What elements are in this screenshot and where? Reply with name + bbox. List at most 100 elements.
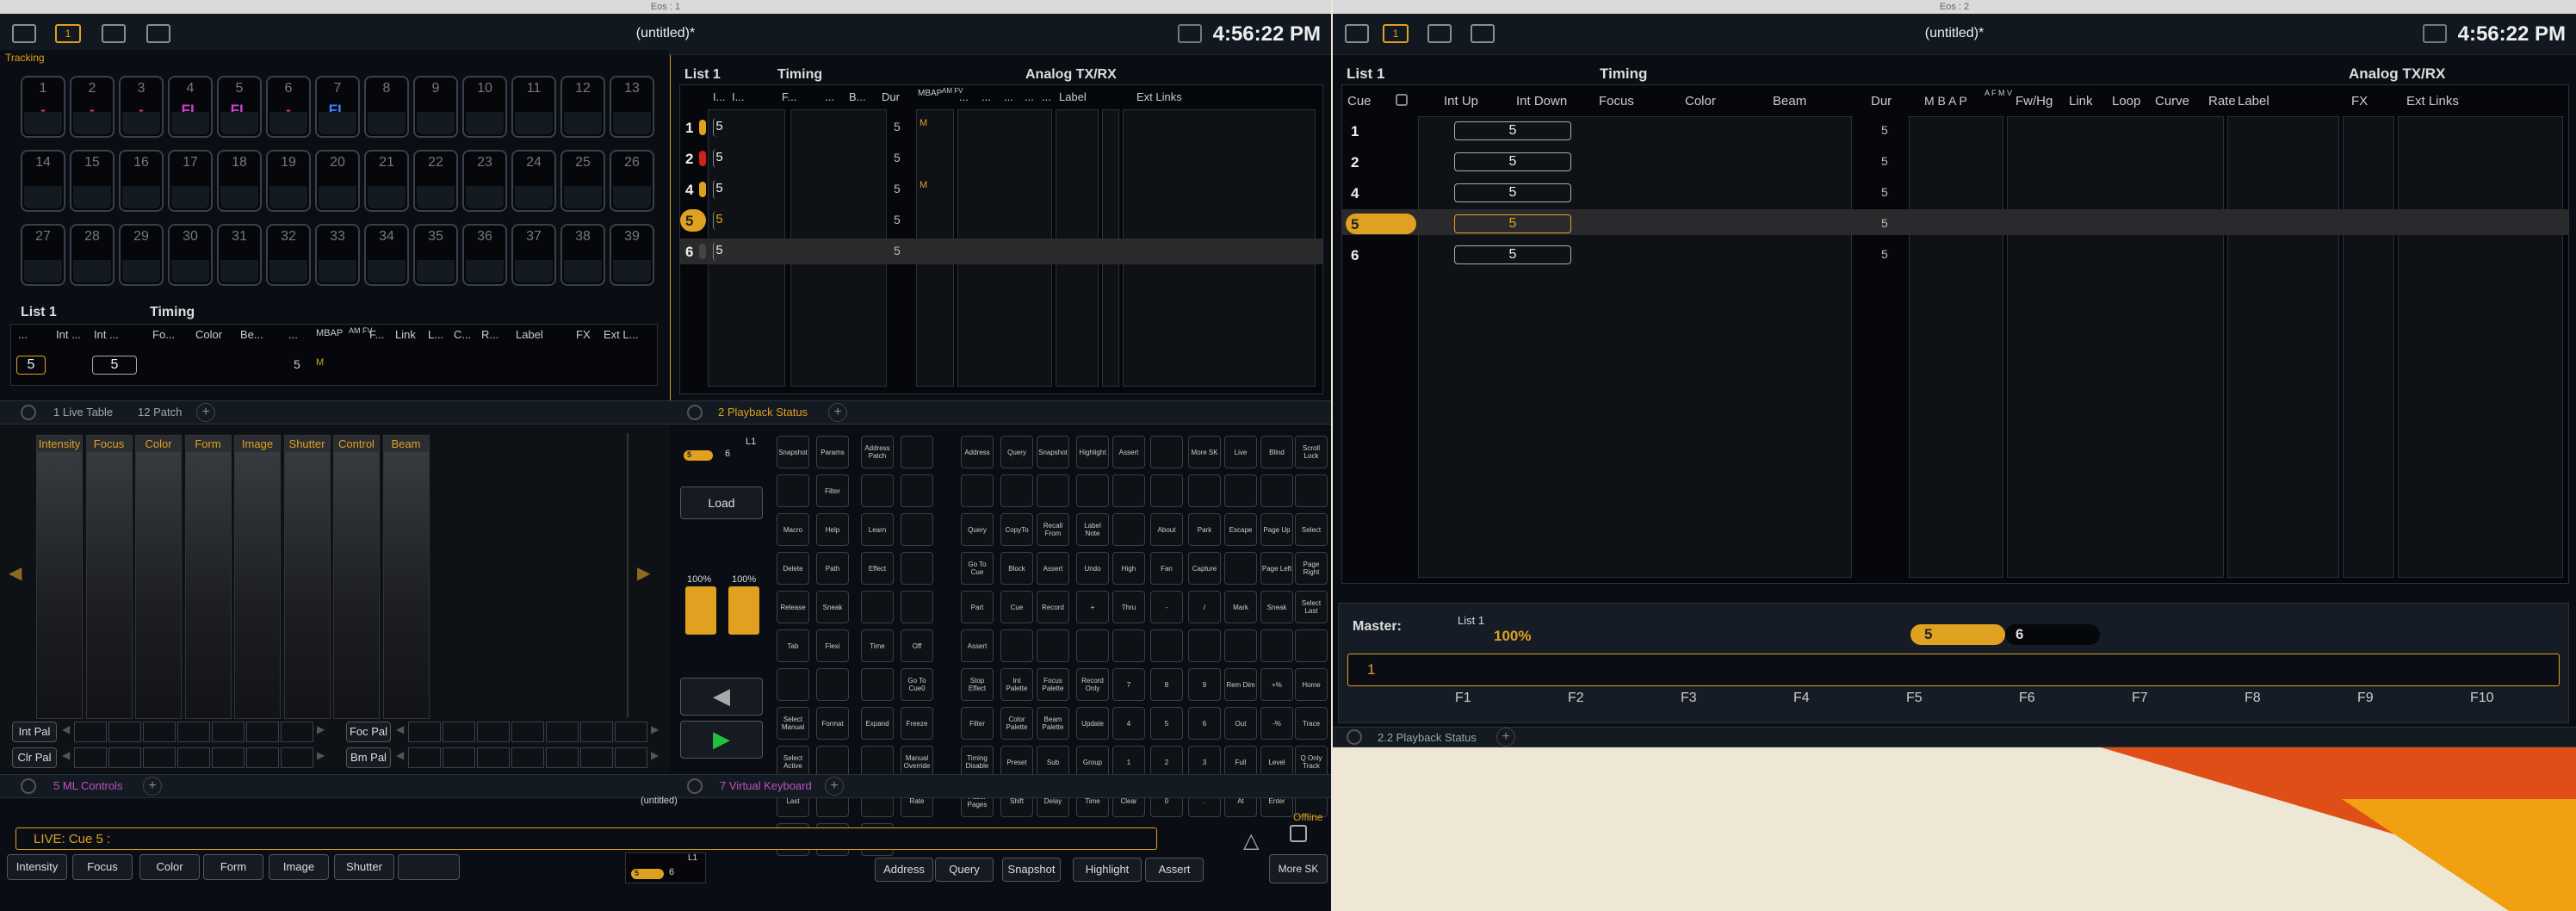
keypad-key[interactable]: Block xyxy=(1000,552,1033,585)
softkey-address[interactable]: Address xyxy=(875,858,933,882)
cue-button[interactable]: 21 xyxy=(364,150,409,212)
keypad-key[interactable]: 5 xyxy=(1150,707,1183,740)
scroll-right-icon[interactable]: ▶ xyxy=(651,749,659,761)
keypad-key[interactable] xyxy=(961,474,994,507)
palette-slot[interactable] xyxy=(281,747,313,768)
function-key-f9[interactable]: F9 xyxy=(2357,691,2374,706)
keypad-key[interactable]: Highlight xyxy=(1076,436,1109,468)
palette-slot[interactable] xyxy=(546,747,579,768)
palette-slot[interactable] xyxy=(477,722,510,742)
keypad-key[interactable]: Record Only xyxy=(1076,668,1109,701)
scroll-left-icon[interactable]: ◀ xyxy=(396,749,404,761)
function-key-f1[interactable]: F1 xyxy=(1455,691,1471,706)
keypad-key[interactable] xyxy=(901,436,933,468)
function-key-f3[interactable]: F3 xyxy=(1681,691,1697,706)
bm-pal-button[interactable]: Bm Pal xyxy=(346,747,391,768)
cue-button[interactable]: 6- xyxy=(266,76,311,138)
function-key-f4[interactable]: F4 xyxy=(1793,691,1810,706)
keypad-key[interactable]: Address xyxy=(961,436,994,468)
softkey-focus[interactable]: Focus xyxy=(72,854,133,880)
palette-slot[interactable] xyxy=(246,747,279,768)
gear-icon[interactable] xyxy=(687,405,703,420)
keypad-key[interactable]: Expand xyxy=(861,707,894,740)
keypad-key[interactable] xyxy=(861,668,894,701)
network-icon[interactable] xyxy=(1178,24,1202,43)
keypad-key[interactable]: Color Palette xyxy=(1000,707,1033,740)
cue-button[interactable]: 12 xyxy=(560,76,605,138)
cue-button[interactable]: 28 xyxy=(70,224,115,286)
cue-button[interactable]: 34 xyxy=(364,224,409,286)
master-fader-bar[interactable]: 1 xyxy=(1347,654,2560,686)
row-int-up-value[interactable]: 5 xyxy=(1454,245,1571,264)
cue-button[interactable]: 29 xyxy=(119,224,164,286)
keypad-key[interactable]: Time xyxy=(861,629,894,662)
add-tab-button[interactable]: + xyxy=(196,403,215,422)
scroll-right-icon[interactable]: ▶ xyxy=(317,723,325,735)
keypad-key[interactable] xyxy=(777,474,809,507)
cue-button[interactable]: 17 xyxy=(168,150,213,212)
gear-icon[interactable] xyxy=(1347,729,1362,745)
keypad-key[interactable] xyxy=(901,591,933,623)
row-int-up-value[interactable]: 5 xyxy=(1454,152,1571,171)
go-button[interactable]: ▶ xyxy=(680,721,763,759)
function-key-f7[interactable]: F7 xyxy=(2132,691,2148,706)
keypad-key[interactable]: 7 xyxy=(1112,668,1145,701)
keypad-key[interactable]: Off xyxy=(901,629,933,662)
keypad-key[interactable] xyxy=(1150,474,1183,507)
fader-1[interactable] xyxy=(685,586,716,635)
palette-slot[interactable] xyxy=(408,747,441,768)
keypad-key[interactable]: Out xyxy=(1224,707,1257,740)
more-softkeys-button[interactable]: More SK xyxy=(1269,854,1328,883)
softkey-form[interactable]: Form xyxy=(203,854,263,880)
palette-slot[interactable] xyxy=(546,722,579,742)
palette-slot[interactable] xyxy=(477,747,510,768)
softkey-assert[interactable]: Assert xyxy=(1145,858,1204,882)
keypad-key[interactable]: Select Manual xyxy=(777,707,809,740)
scroll-left-icon[interactable]: ◀ xyxy=(9,562,22,584)
keypad-key[interactable]: More SK xyxy=(1188,436,1221,468)
keypad-key[interactable] xyxy=(1076,629,1109,662)
clr-pal-button[interactable]: Clr Pal xyxy=(12,747,57,768)
keypad-key[interactable] xyxy=(861,591,894,623)
keypad-key[interactable] xyxy=(1295,474,1328,507)
palette-slot[interactable] xyxy=(143,747,176,768)
row-int-value[interactable]: 5 xyxy=(713,180,725,199)
keypad-key[interactable]: Blind xyxy=(1260,436,1293,468)
keypad-key[interactable] xyxy=(816,668,849,701)
softkey-intensity[interactable]: Intensity xyxy=(7,854,67,880)
category-focus[interactable]: Focus xyxy=(85,435,133,719)
keypad-key[interactable]: Filter xyxy=(816,474,849,507)
cue-button[interactable]: 5 FL xyxy=(217,76,262,138)
keypad-key[interactable]: 6 xyxy=(1188,707,1221,740)
palette-slot[interactable] xyxy=(580,722,613,742)
keypad-key[interactable]: Release xyxy=(777,591,809,623)
keypad-key[interactable] xyxy=(1224,474,1257,507)
keypad-key[interactable] xyxy=(1150,436,1183,468)
keypad-key[interactable]: 8 xyxy=(1150,668,1183,701)
category-beam[interactable]: Beam xyxy=(382,435,430,719)
keypad-key[interactable]: Update xyxy=(1076,707,1109,740)
keypad-key[interactable] xyxy=(901,552,933,585)
keypad-key[interactable]: Cue xyxy=(1000,591,1033,623)
mini-int-value[interactable]: 5 xyxy=(92,356,137,375)
scroll-right-icon[interactable]: ▶ xyxy=(637,562,650,584)
palette-slot[interactable] xyxy=(74,722,107,742)
keypad-key[interactable]: Stop Effect xyxy=(961,668,994,701)
add-tab-button[interactable]: + xyxy=(825,777,844,796)
palette-slot[interactable] xyxy=(615,722,647,742)
keypad-key[interactable]: Label Note xyxy=(1076,513,1109,546)
keypad-key[interactable]: Fan xyxy=(1150,552,1183,585)
palette-slot[interactable] xyxy=(511,722,544,742)
warning-icon[interactable]: △ xyxy=(1243,828,1259,853)
keypad-key[interactable] xyxy=(1076,474,1109,507)
keypad-key[interactable]: Go To Cue xyxy=(961,552,994,585)
int-pal-button[interactable]: Int Pal xyxy=(12,722,57,742)
cue-button[interactable]: 4 FL xyxy=(168,76,213,138)
palette-slot[interactable] xyxy=(511,747,544,768)
keypad-key[interactable] xyxy=(1188,474,1221,507)
gear-icon[interactable] xyxy=(687,778,703,794)
scroll-left-icon[interactable]: ◀ xyxy=(396,723,404,735)
keypad-key[interactable]: Help xyxy=(816,513,849,546)
cue-button[interactable]: 39 xyxy=(610,224,654,286)
keypad-key[interactable]: - xyxy=(1150,591,1183,623)
